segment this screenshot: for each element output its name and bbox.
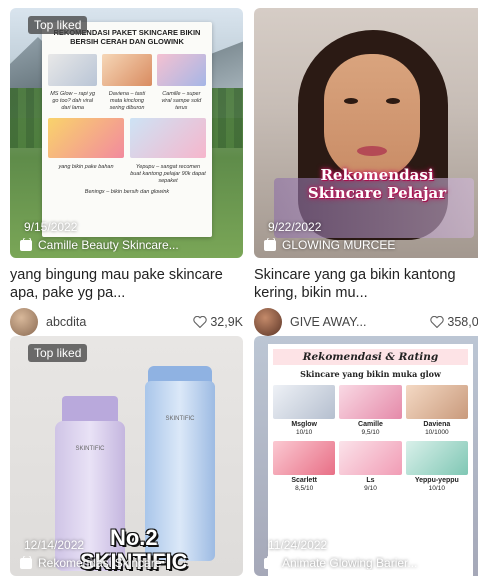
paper-note: yang bikin pake bahan <box>58 164 114 170</box>
product-score: 10/10 <box>428 485 445 492</box>
product-name: Camille <box>358 421 383 428</box>
shop-tag[interactable]: Animate Glowing Barier... <box>264 556 478 570</box>
product-photo <box>339 385 402 419</box>
product-photo <box>156 54 206 86</box>
eye <box>386 98 400 104</box>
video-card[interactable]: Rekomendasi Skincare Pelajar 9/22/2022 G… <box>254 8 478 336</box>
product-photo <box>405 385 468 419</box>
product-photo <box>339 441 402 475</box>
video-card[interactable]: SKINTIFIC SKINTIFIC No.2 SKINTIFIC Top l… <box>10 336 243 576</box>
shop-tag[interactable]: Rekomendasi Skincare <box>20 556 235 570</box>
video-thumbnail[interactable]: Rekomendasi Skincare Pelajar 9/22/2022 G… <box>254 8 478 258</box>
heart-icon <box>193 316 208 328</box>
like-count-label: 32,9K <box>210 315 243 329</box>
post-date: 12/14/2022 <box>24 538 85 552</box>
username[interactable]: abcdita <box>46 315 193 329</box>
like-count[interactable]: 32,9K <box>193 315 243 329</box>
paper-note: Camille – super viral sampe sold terus <box>161 91 202 111</box>
product-name: Msglow <box>291 421 317 428</box>
paper-note: MS Glow – rapi yg go too? dah viral dari… <box>50 91 96 111</box>
sheet-subtitle: Skincare yang bikin muka glow <box>300 369 441 379</box>
paper-note: Yepupu – sangat recomen buat kantong pel… <box>130 164 206 184</box>
product-photo <box>102 54 152 86</box>
bottle-label: SKINTIFIC <box>75 446 105 452</box>
product-name: Ls <box>366 477 375 484</box>
avatar[interactable] <box>254 308 282 336</box>
paper-note: Beningx – bikin bersih dan glowink <box>84 189 170 195</box>
product-photo <box>48 54 98 86</box>
post-date: 9/15/2022 <box>24 220 78 234</box>
paper-note: Daviena – tasti mata kinclong sering dib… <box>108 91 146 111</box>
banner-line: Rekomendasi <box>320 166 434 184</box>
rating-item: Yeppu-yeppu 10/10 <box>405 441 468 493</box>
shop-tag[interactable]: Camille Beauty Skincare... <box>20 238 235 252</box>
product-score: 10/10 <box>296 429 313 436</box>
rating-item: Camille 9,5/10 <box>339 385 402 437</box>
shop-tag-label: GLOWING MURCEE <box>282 238 396 252</box>
lips <box>357 146 387 156</box>
video-title[interactable]: Skincare yang ga bikin kantong kering, b… <box>254 266 478 302</box>
rating-item: Scarlett 8,5/10 <box>273 441 336 493</box>
thumbnail-banner: Rekomendasi Skincare Pelajar <box>292 166 462 202</box>
product-photo <box>130 118 206 158</box>
top-liked-badge: Top liked <box>28 16 88 34</box>
bottle-label: SKINTIFIC <box>165 416 195 422</box>
rating-item: Msglow 10/10 <box>273 385 336 437</box>
product-name: Yeppu-yeppu <box>414 477 459 484</box>
video-thumbnail[interactable]: Rekomendasi & Rating Skincare yang bikin… <box>254 336 478 576</box>
banner-line: Skincare Pelajar <box>307 184 447 202</box>
product-photo <box>273 385 336 419</box>
shop-tag-label: Camille Beauty Skincare... <box>38 238 179 252</box>
shop-tag-label: Animate Glowing Barier... <box>282 556 418 570</box>
bag-icon <box>20 556 32 569</box>
top-liked-badge: Top liked <box>28 344 88 362</box>
like-count[interactable]: 358,0K <box>430 315 478 329</box>
video-card[interactable]: REKOMENDASI PAKET SKINCARE BIKIN BERSIH … <box>10 8 243 336</box>
video-thumbnail[interactable]: SKINTIFIC SKINTIFIC No.2 SKINTIFIC Top l… <box>10 336 243 576</box>
product-score: 9/10 <box>364 485 377 492</box>
post-date: 11/24/2022 <box>268 538 328 552</box>
person-face <box>324 54 420 180</box>
shop-tag[interactable]: GLOWING MURCEE <box>264 238 478 252</box>
bag-icon <box>264 556 276 569</box>
rating-item: Daviena 10/1000 <box>405 385 468 437</box>
video-thumbnail[interactable]: REKOMENDASI PAKET SKINCARE BIKIN BERSIH … <box>10 8 243 258</box>
bag-icon <box>264 238 276 251</box>
recommendation-paper: REKOMENDASI PAKET SKINCARE BIKIN BERSIH … <box>42 22 212 237</box>
like-count-label: 358,0K <box>447 315 478 329</box>
product-name: Daviena <box>423 421 451 428</box>
product-name: Scarlett <box>291 477 317 484</box>
product-score: 8,5/10 <box>295 485 314 492</box>
product-score: 9,5/10 <box>361 429 380 436</box>
product-score: 10/1000 <box>425 429 449 436</box>
eye <box>344 98 358 104</box>
sheet-title: Rekomendasi & Rating <box>273 349 468 365</box>
post-date: 9/22/2022 <box>268 220 322 234</box>
bag-icon <box>20 238 32 251</box>
username[interactable]: GIVE AWAY... <box>290 315 430 329</box>
product-photo <box>273 441 336 475</box>
avatar[interactable] <box>10 308 38 336</box>
video-card[interactable]: Rekomendasi & Rating Skincare yang bikin… <box>254 336 478 576</box>
shop-tag-label: Rekomendasi Skincare <box>38 556 162 570</box>
product-photo <box>405 441 468 475</box>
overlay-line: No.2 <box>109 525 158 550</box>
heart-icon <box>430 316 445 328</box>
product-photo <box>48 118 124 158</box>
video-title[interactable]: yang bingung mau pake skincare apa, pake… <box>10 266 243 302</box>
rating-item: Ls 9/10 <box>339 441 402 493</box>
